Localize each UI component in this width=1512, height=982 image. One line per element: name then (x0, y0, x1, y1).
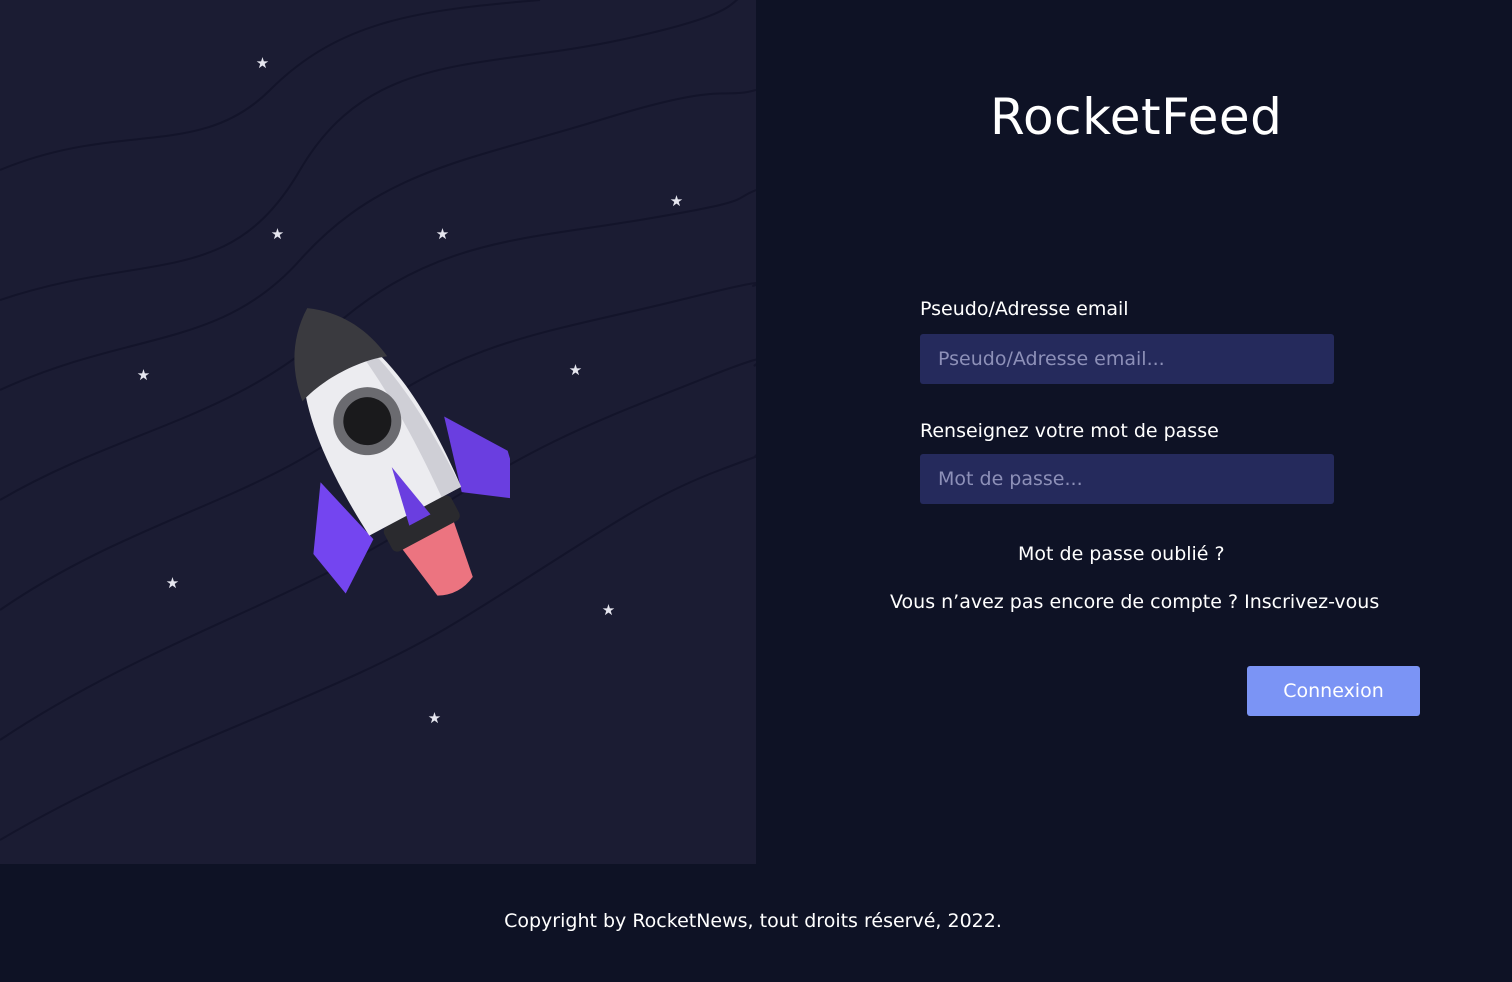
star-icon: ★ (669, 192, 684, 210)
footer: Copyright by RocketNews, tout droits rés… (0, 864, 1512, 982)
login-page: ★ ★ ★ ★ ★ ★ ★ ★ ★ RocketFeed Pseudo/Adre… (0, 0, 1512, 982)
rocket-icon (294, 308, 510, 596)
star-icon: ★ (165, 574, 180, 592)
star-icon: ★ (568, 361, 583, 379)
username-input[interactable] (920, 334, 1334, 384)
star-icon: ★ (601, 601, 616, 619)
star-icon: ★ (427, 709, 442, 727)
password-label: Renseignez votre mot de passe (920, 420, 1219, 442)
login-button[interactable]: Connexion (1247, 666, 1420, 716)
star-icon: ★ (136, 366, 151, 384)
username-label: Pseudo/Adresse email (920, 298, 1129, 320)
star-icon: ★ (255, 54, 270, 72)
illustration-panel: ★ ★ ★ ★ ★ ★ ★ ★ ★ (0, 0, 756, 864)
signup-link[interactable]: Vous n’avez pas encore de compte ? Inscr… (890, 591, 1379, 613)
password-input[interactable] (920, 454, 1334, 504)
forgot-password-link[interactable]: Mot de passe oublié ? (1018, 543, 1225, 565)
login-panel: RocketFeed Pseudo/Adresse email Renseign… (756, 0, 1512, 864)
app-title: RocketFeed (990, 88, 1283, 146)
star-icon: ★ (435, 225, 450, 243)
star-icon: ★ (270, 225, 285, 243)
copyright-text: Copyright by RocketNews, tout droits rés… (504, 910, 1002, 932)
